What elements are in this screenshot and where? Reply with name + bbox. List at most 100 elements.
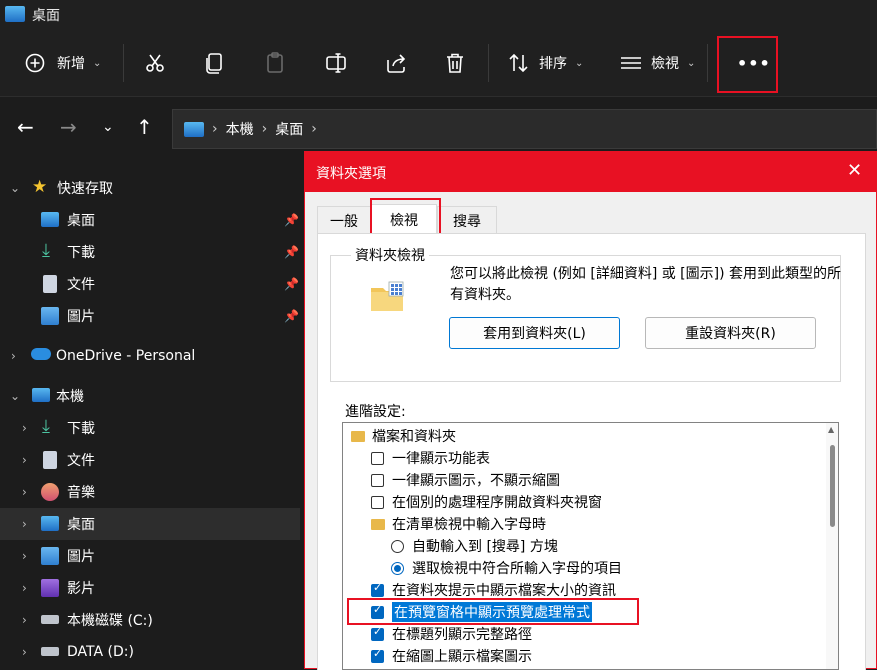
rename-button[interactable]: [325, 30, 347, 96]
sidebar-item-downloads[interactable]: ⤓ 下載 📌: [0, 236, 300, 268]
sidebar-item-desktop[interactable]: › 桌面: [0, 508, 300, 540]
sidebar-item-label: 文件: [67, 277, 95, 293]
view-lines-icon: [621, 57, 641, 69]
sidebar-item-desktop[interactable]: 桌面 📌: [0, 204, 300, 236]
radio-button[interactable]: [391, 539, 404, 553]
sidebar-item-label: 影片: [67, 581, 95, 597]
setting-full-path-title-bar[interactable]: 在標題列顯示完整路徑: [371, 623, 532, 645]
view-button[interactable]: 檢視 ⌄: [620, 30, 695, 96]
sidebar-item-label: 圖片: [67, 309, 95, 325]
up-arrow-icon[interactable]: ↑: [136, 115, 153, 139]
sidebar-item-this-pc[interactable]: ⌄ 本機: [0, 380, 300, 412]
chevron-right-icon[interactable]: ›: [11, 349, 16, 363]
setting-select-typed-item[interactable]: 選取檢視中符合所輸入字母的項目: [391, 557, 622, 579]
drive-icon: [41, 647, 59, 656]
chevron-right-icon[interactable]: ›: [22, 581, 27, 595]
checkbox[interactable]: [371, 451, 384, 465]
scissors-icon: [146, 54, 164, 72]
sidebar-item-documents[interactable]: › 文件: [0, 444, 300, 476]
list-item-label: 在個別的處理程序開啟資料夾視窗: [392, 495, 602, 511]
sidebar-item-label: 桌面: [67, 213, 95, 229]
folder-icon: [371, 518, 385, 530]
checkbox-checked[interactable]: [371, 625, 384, 641]
breadcrumb-separator-icon[interactable]: ›: [311, 121, 317, 137]
breadcrumb-desktop[interactable]: 桌面: [275, 119, 303, 139]
new-button[interactable]: 新增 ⌄: [25, 30, 101, 96]
close-icon[interactable]: ✕: [847, 160, 862, 181]
sidebar-item-music[interactable]: › 音樂: [0, 476, 300, 508]
delete-button[interactable]: [445, 30, 465, 96]
sort-label: 排序: [539, 56, 567, 72]
sidebar-item-videos[interactable]: › 影片: [0, 572, 300, 604]
chevron-down-icon[interactable]: ⌄: [10, 389, 20, 403]
folder-views-description: 您可以將此檢視 (例如 [詳細資料] 或 [圖示]) 套用到此類型的所有資料夾。: [450, 266, 842, 303]
chevron-right-icon[interactable]: ›: [22, 645, 27, 659]
apply-to-folders-button[interactable]: 套用到資料夾(L): [449, 317, 620, 349]
highlight-box-more: [717, 36, 778, 93]
copy-icon: [206, 53, 222, 74]
breadcrumb-separator-icon[interactable]: ›: [212, 121, 218, 137]
document-icon: [43, 451, 57, 469]
checkbox-checked[interactable]: [371, 647, 384, 663]
forward-arrow-icon[interactable]: →: [60, 115, 77, 139]
chevron-down-icon: ⌄: [93, 57, 102, 69]
checkbox-checked[interactable]: [371, 581, 384, 597]
sidebar-item-label: 本機: [56, 389, 84, 405]
share-button[interactable]: [385, 30, 407, 96]
sort-button[interactable]: 排序 ⌄: [508, 30, 583, 96]
sidebar-item-onedrive[interactable]: › OneDrive - Personal: [0, 340, 300, 372]
checkbox[interactable]: [371, 495, 384, 509]
sidebar-item-label: 本機磁碟 (C:): [67, 613, 153, 629]
chevron-down-icon[interactable]: ⌄: [10, 181, 20, 195]
chevron-right-icon[interactable]: ›: [22, 485, 27, 499]
recent-locations-chevron-icon[interactable]: ⌄: [102, 119, 114, 135]
chevron-down-icon: ⌄: [575, 57, 584, 69]
sidebar-item-pictures[interactable]: 圖片 📌: [0, 300, 300, 332]
sidebar-item-documents[interactable]: 文件 📌: [0, 268, 300, 300]
setting-always-show-menus[interactable]: 一律顯示功能表: [371, 447, 490, 469]
copy-button[interactable]: [205, 30, 225, 96]
pin-icon[interactable]: 📌: [284, 277, 299, 291]
sidebar-item-data-d[interactable]: › DATA (D:): [0, 636, 300, 668]
address-bar[interactable]: › 本機 › 桌面 ›: [172, 109, 877, 149]
scroll-up-arrow-icon[interactable]: ▲: [828, 425, 834, 434]
setting-type-into-search-box[interactable]: 自動輸入到 [搜尋] 方塊: [391, 535, 558, 557]
setting-always-show-icons[interactable]: 一律顯示圖示，不顯示縮圖: [371, 469, 560, 491]
setting-separate-process[interactable]: 在個別的處理程序開啟資料夾視窗: [371, 491, 602, 513]
reset-folders-button[interactable]: 重設資料夾(R): [645, 317, 816, 349]
cut-button[interactable]: [144, 30, 166, 96]
chevron-right-icon[interactable]: ›: [22, 517, 27, 531]
title-bar: 桌面: [0, 0, 877, 30]
chevron-right-icon[interactable]: ›: [22, 421, 27, 435]
sidebar-item-quick-access[interactable]: ⌄ ★ 快速存取: [0, 172, 300, 204]
star-icon: ★: [32, 177, 48, 197]
desktop-folder-icon: [5, 6, 25, 22]
radio-button-selected[interactable]: [391, 561, 404, 575]
pin-icon[interactable]: 📌: [284, 309, 299, 323]
sidebar-item-downloads[interactable]: › ⤓ 下載: [0, 412, 300, 444]
breadcrumb-this-pc[interactable]: 本機: [226, 119, 254, 139]
tab-general[interactable]: 一般: [317, 206, 371, 235]
chevron-right-icon[interactable]: ›: [22, 549, 27, 563]
pin-icon[interactable]: 📌: [284, 213, 299, 227]
chevron-right-icon[interactable]: ›: [22, 453, 27, 467]
vertical-scrollbar[interactable]: ▲: [826, 423, 838, 669]
list-item-label: 一律顯示功能表: [392, 451, 490, 467]
advanced-settings-list[interactable]: 檔案和資料夾 一律顯示功能表 一律顯示圖示，不顯示縮圖 在個別的處理程序開啟資料…: [342, 422, 839, 670]
new-button-label: 新增: [57, 56, 85, 72]
toolbar-divider: [123, 44, 124, 82]
setting-file-icon-on-thumbnails[interactable]: 在縮圖上顯示檔案圖示: [371, 645, 532, 667]
pin-icon[interactable]: 📌: [284, 245, 299, 259]
back-arrow-icon[interactable]: ←: [17, 115, 34, 139]
chevron-right-icon[interactable]: ›: [22, 613, 27, 627]
paste-button[interactable]: [265, 30, 285, 96]
breadcrumb-separator-icon[interactable]: ›: [262, 121, 268, 137]
toolbar-divider: [488, 44, 489, 82]
tab-search[interactable]: 搜尋: [437, 206, 497, 235]
checkbox[interactable]: [371, 473, 384, 487]
sidebar-item-label: DATA (D:): [67, 644, 134, 660]
scrollbar-thumb[interactable]: [830, 445, 835, 527]
sidebar-item-local-disk-c[interactable]: › 本機磁碟 (C:): [0, 604, 300, 636]
rename-icon: [326, 53, 346, 73]
sidebar-item-pictures[interactable]: › 圖片: [0, 540, 300, 572]
